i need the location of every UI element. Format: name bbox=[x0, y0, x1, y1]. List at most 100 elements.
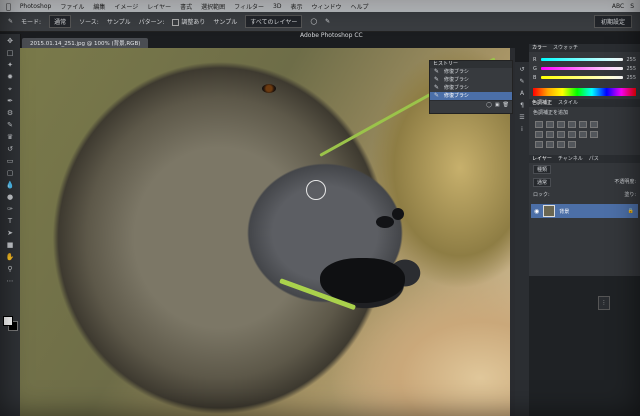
type-tool-icon[interactable]: T bbox=[4, 217, 16, 226]
channel-value[interactable]: 255 bbox=[626, 57, 636, 63]
exposure-icon[interactable] bbox=[568, 121, 576, 128]
menu-select[interactable]: 選択範囲 bbox=[201, 2, 225, 11]
menu-help[interactable]: ヘルプ bbox=[350, 2, 368, 11]
blur-tool-icon[interactable]: 💧 bbox=[4, 181, 16, 190]
menu-file[interactable]: ファイル bbox=[60, 2, 84, 11]
tab-channels[interactable]: チャンネル bbox=[558, 155, 583, 163]
spotlight-label[interactable]: S bbox=[630, 3, 634, 10]
menu-type[interactable]: 書式 bbox=[180, 2, 192, 11]
tab-layers[interactable]: レイヤー bbox=[532, 155, 552, 163]
camera-icon[interactable]: ▣ bbox=[495, 102, 500, 108]
history-item-active[interactable]: ✎ 修復ブラシ bbox=[430, 92, 512, 100]
channel-value[interactable]: 255 bbox=[626, 66, 636, 72]
selective-color-icon[interactable] bbox=[568, 141, 576, 148]
color-sliders: R 255 G 255 B 255 bbox=[529, 52, 640, 85]
menu-filter[interactable]: フィルター bbox=[234, 2, 264, 11]
menu-3d[interactable]: 3D bbox=[273, 3, 281, 10]
levels-icon[interactable] bbox=[546, 121, 554, 128]
color-lookup-icon[interactable] bbox=[579, 131, 587, 138]
move-tool-icon[interactable]: ✥ bbox=[4, 37, 16, 46]
baboon-nostril bbox=[376, 216, 394, 228]
info-panel-icon[interactable]: i bbox=[518, 126, 526, 134]
dodge-tool-icon[interactable]: ● bbox=[4, 193, 16, 202]
trash-icon[interactable]: 🗑 bbox=[503, 102, 509, 108]
history-item[interactable]: ✎ 修復ブラシ bbox=[430, 68, 512, 76]
source-pattern-radio[interactable]: パターン: bbox=[139, 17, 165, 26]
pen-tool-icon[interactable]: ✑ bbox=[4, 205, 16, 214]
brush-presets-icon[interactable]: ✎ bbox=[518, 78, 526, 86]
path-select-tool-icon[interactable]: ➤ bbox=[4, 229, 16, 238]
input-source-label[interactable]: ABC bbox=[612, 3, 624, 10]
posterize-icon[interactable] bbox=[535, 141, 543, 148]
ignore-adjustment-icon[interactable]: ◯ bbox=[310, 18, 317, 25]
eraser-tool-icon[interactable]: ▭ bbox=[4, 157, 16, 166]
panel-options-button[interactable]: ⋮ bbox=[598, 296, 610, 310]
layer-row-background[interactable]: ◉ 背景 🔒 bbox=[531, 204, 638, 218]
hue-saturation-icon[interactable] bbox=[590, 121, 598, 128]
channel-mixer-icon[interactable] bbox=[568, 131, 576, 138]
more-tools-icon[interactable]: ⋯ bbox=[4, 277, 16, 286]
new-snapshot-icon[interactable]: ◯ bbox=[486, 102, 492, 108]
photo-filter-icon[interactable] bbox=[557, 131, 565, 138]
layer-name[interactable]: 背景 bbox=[559, 208, 569, 215]
visibility-eye-icon[interactable]: ◉ bbox=[534, 208, 539, 215]
tab-adjustments[interactable]: 色調補正 bbox=[532, 99, 552, 107]
menu-edit[interactable]: 編集 bbox=[93, 2, 105, 11]
gradient-map-icon[interactable] bbox=[557, 141, 565, 148]
tab-paths[interactable]: パス bbox=[589, 155, 599, 163]
tab-styles[interactable]: スタイル bbox=[558, 99, 578, 107]
clone-stamp-tool-icon[interactable]: ♛ bbox=[4, 133, 16, 142]
sample-layers-select[interactable]: すべてのレイヤー bbox=[245, 15, 303, 28]
apple-icon[interactable]:  bbox=[6, 2, 11, 11]
properties-panel-icon[interactable]: ☰ bbox=[518, 114, 526, 122]
brush-tool-icon[interactable]: ✎ bbox=[4, 121, 16, 130]
lasso-tool-icon[interactable]: ✦ bbox=[4, 61, 16, 70]
blue-slider[interactable] bbox=[541, 76, 623, 79]
zoom-tool-icon[interactable]: ⚲ bbox=[4, 265, 16, 274]
hand-tool-icon[interactable]: ✋ bbox=[4, 253, 16, 262]
aligned-checkbox[interactable]: 調整あり bbox=[172, 17, 205, 26]
color-spectrum-ramp[interactable] bbox=[533, 88, 636, 96]
gradient-tool-icon[interactable]: ▢ bbox=[4, 169, 16, 178]
character-panel-icon[interactable]: A bbox=[518, 90, 526, 98]
invert-icon[interactable] bbox=[590, 131, 598, 138]
crop-tool-icon[interactable]: ⌖ bbox=[4, 85, 16, 94]
foreground-color-swatch[interactable] bbox=[3, 316, 13, 326]
menu-view[interactable]: 表示 bbox=[290, 2, 302, 11]
menu-window[interactable]: ウィンドウ bbox=[311, 2, 341, 11]
history-panel-title[interactable]: ヒストリー bbox=[430, 61, 512, 68]
channel-value[interactable]: 255 bbox=[626, 75, 636, 81]
paragraph-panel-icon[interactable]: ¶ bbox=[518, 102, 526, 110]
layer-kind-select[interactable]: 種類 bbox=[533, 165, 552, 174]
tab-color[interactable]: カラー bbox=[532, 44, 547, 52]
blend-mode-select[interactable]: 通常 bbox=[533, 178, 552, 187]
curves-icon[interactable] bbox=[557, 121, 565, 128]
workspace-select[interactable]: 初期設定 bbox=[593, 15, 632, 28]
history-brush-tool-icon[interactable]: ↺ bbox=[4, 145, 16, 154]
tab-swatches[interactable]: スウォッチ bbox=[553, 44, 578, 52]
menu-image[interactable]: イメージ bbox=[114, 2, 138, 11]
green-slider[interactable] bbox=[541, 67, 623, 70]
menu-app-name[interactable]: Photoshop bbox=[20, 3, 52, 10]
black-white-icon[interactable] bbox=[546, 131, 554, 138]
threshold-icon[interactable] bbox=[546, 141, 554, 148]
quick-select-tool-icon[interactable]: ✹ bbox=[4, 73, 16, 82]
healing-brush-tool-icon[interactable]: ⚙ bbox=[4, 109, 16, 118]
history-item[interactable]: ✎ 修復ブラシ bbox=[430, 84, 512, 92]
history-item[interactable]: ✎ 修復ブラシ bbox=[430, 76, 512, 84]
mode-select[interactable]: 通常 bbox=[49, 15, 72, 28]
brightness-icon[interactable] bbox=[535, 121, 543, 128]
eyedropper-tool-icon[interactable]: ✒ bbox=[4, 97, 16, 106]
history-panel-icon[interactable]: ↺ bbox=[518, 66, 526, 74]
document-tab[interactable]: 2015.01.14_251.jpg @ 100% (背景,RGB) bbox=[22, 38, 149, 48]
menu-layer[interactable]: レイヤー bbox=[147, 2, 171, 11]
color-balance-icon[interactable] bbox=[535, 131, 543, 138]
marquee-tool-icon[interactable]: □ bbox=[4, 49, 16, 58]
source-sample-radio[interactable]: サンプル bbox=[107, 17, 131, 26]
vibrance-icon[interactable] bbox=[579, 121, 587, 128]
red-slider[interactable] bbox=[541, 58, 623, 61]
aligned-label: 調整あり bbox=[181, 19, 206, 26]
healing-brush-tool-icon[interactable]: ✎ bbox=[8, 18, 13, 25]
shape-tool-icon[interactable]: ■ bbox=[4, 241, 16, 250]
pressure-icon[interactable]: ✎ bbox=[325, 18, 330, 25]
